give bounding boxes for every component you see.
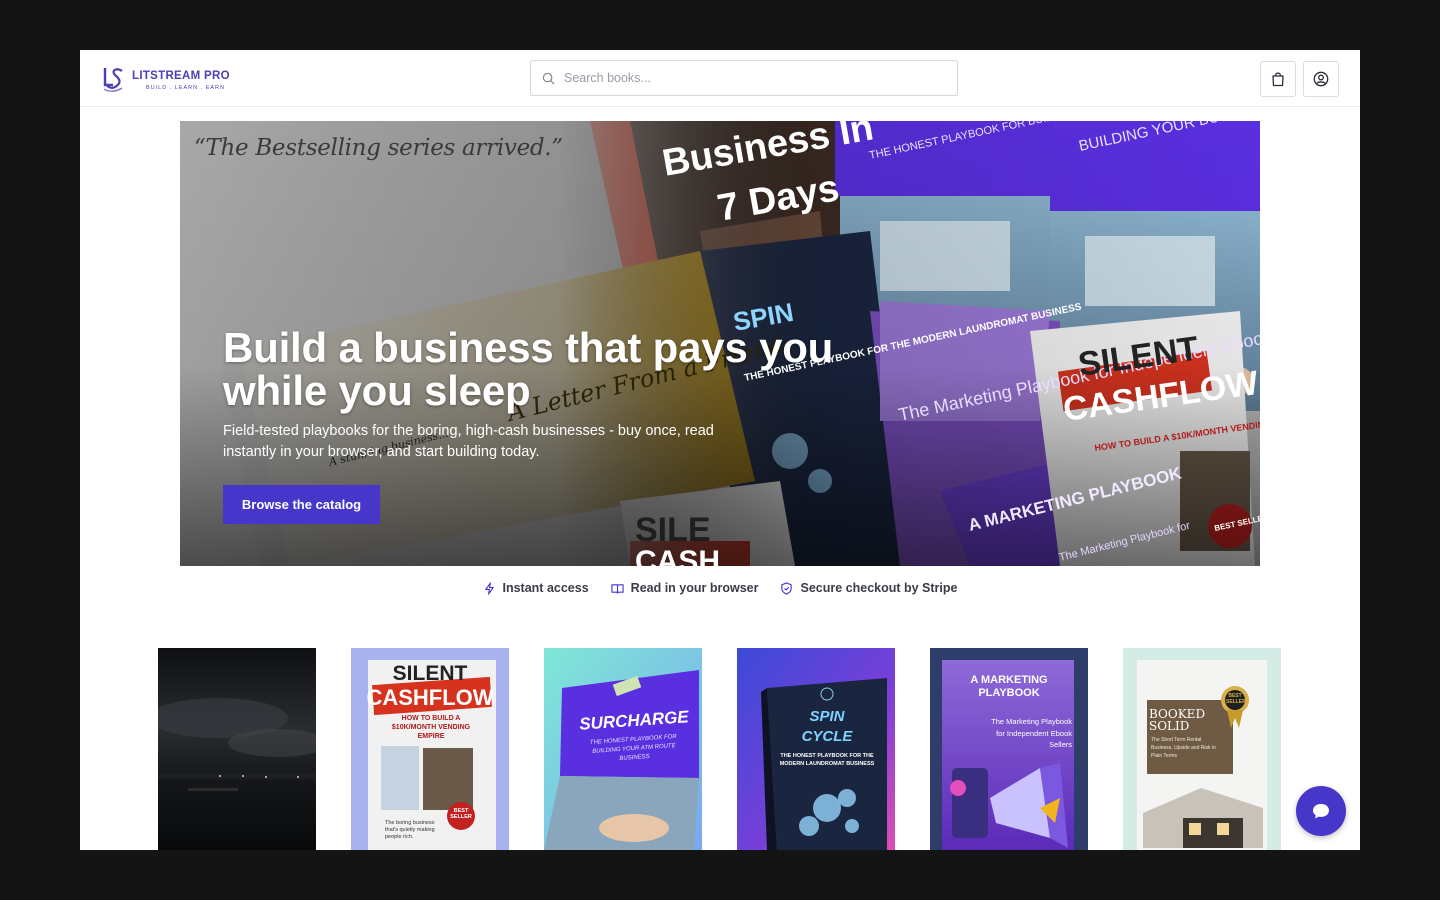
- book-open-icon: [611, 583, 624, 594]
- feature-label: Secure checkout by Stripe: [800, 581, 958, 595]
- book-card-spin-cycle[interactable]: SPIN CYCLE THE HONEST PLAYBOOK FOR THE M…: [737, 648, 895, 850]
- book-title: A MARKETING PLAYBOOK: [970, 674, 1048, 699]
- logo-mark-icon: [103, 68, 123, 92]
- search-icon: [542, 72, 555, 85]
- chat-bubble-icon: [1313, 804, 1329, 819]
- feature-label: Instant access: [502, 581, 589, 595]
- cover-text-cash-partial: CASH: [635, 545, 720, 566]
- book-title: BOOKED SOLID: [1149, 707, 1206, 733]
- hero-title: Build a business that pays you while you…: [223, 324, 834, 414]
- cover-text-silent-partial: SILE: [635, 511, 711, 549]
- brand-tagline: BUILD . LEARN . EARN: [146, 84, 225, 91]
- best-seller-badge: BEST SELLER: [450, 808, 472, 820]
- feature-read-in-browser: Read in your browser: [611, 581, 759, 595]
- hero-subtitle: Field-tested playbooks for the boring, h…: [223, 423, 714, 460]
- feature-secure-checkout: Secure checkout by Stripe: [780, 581, 958, 595]
- book-title-2: CYCLE: [801, 728, 853, 745]
- book-title: SILENT: [392, 662, 468, 685]
- feature-instant-access: Instant access: [483, 581, 589, 595]
- book-subtitle: The Short Term Rental Business, Upside a…: [1151, 737, 1216, 759]
- book-title: SPIN: [809, 708, 845, 725]
- site-header: LITSTREAM PRO BUILD . LEARN . EARN: [80, 50, 1360, 107]
- hero-banner: Business In 7 Days THE HONEST PLAYBOOK F…: [180, 121, 1260, 566]
- book-subtitle: The Marketing Playbook for Independent E…: [991, 717, 1072, 749]
- book-card-booked-solid[interactable]: BOOKED SOLID The Short Term Rental Busin…: [1123, 648, 1281, 850]
- book-card-a-marketing-playbook[interactable]: A MARKETING PLAYBOOK The Marketing Playb…: [930, 648, 1088, 850]
- brand-name: LITSTREAM PRO: [132, 69, 230, 82]
- feature-strip: Instant access Read in your browser Secu…: [80, 581, 1360, 595]
- book-card-night-lake[interactable]: [158, 648, 316, 850]
- book-blurb: The boring business that's quietly makin…: [385, 820, 435, 840]
- brand-logo[interactable]: LITSTREAM PRO BUILD . LEARN . EARN: [102, 65, 230, 93]
- cart-button[interactable]: [1260, 61, 1296, 97]
- best-seller-badge: BEST SELLER: [1226, 693, 1246, 705]
- book-card-silent-cashflow[interactable]: SILENT CASHFLOW HOW TO BUILD A $10K/MONT…: [351, 648, 509, 850]
- lightning-icon: [484, 581, 494, 595]
- book-cover-spin-cycle: [737, 648, 895, 850]
- book-grid: SILENT CASHFLOW HOW TO BUILD A $10K/MONT…: [158, 648, 1282, 850]
- shopping-bag-icon: [1272, 72, 1284, 87]
- search-input[interactable]: [564, 71, 944, 85]
- browse-catalog-button[interactable]: Browse the catalog: [223, 485, 380, 524]
- feature-label: Read in your browser: [630, 581, 759, 595]
- user-circle-icon: [1313, 71, 1329, 87]
- app-frame: LITSTREAM PRO BUILD . LEARN . EARN Searc…: [80, 50, 1360, 850]
- book-title-2: CASHFLOW: [366, 685, 494, 710]
- search-box[interactable]: [530, 60, 958, 96]
- account-button[interactable]: [1303, 61, 1339, 97]
- book-cover-night-lake: [158, 648, 316, 850]
- chat-support-button[interactable]: [1296, 786, 1346, 836]
- book-subtitle: HOW TO BUILD A $10K/MONTH VENDING EMPIRE: [391, 715, 471, 740]
- shield-check-icon: [781, 581, 793, 595]
- book-subtitle: THE HONEST PLAYBOOK FOR THE MODERN LAUND…: [779, 753, 875, 767]
- hero-quote: “The Bestselling series arrived.”: [194, 135, 563, 161]
- book-card-surcharge[interactable]: SURCHARGE THE HONEST PLAYBOOK FOR BUILDI…: [544, 648, 702, 850]
